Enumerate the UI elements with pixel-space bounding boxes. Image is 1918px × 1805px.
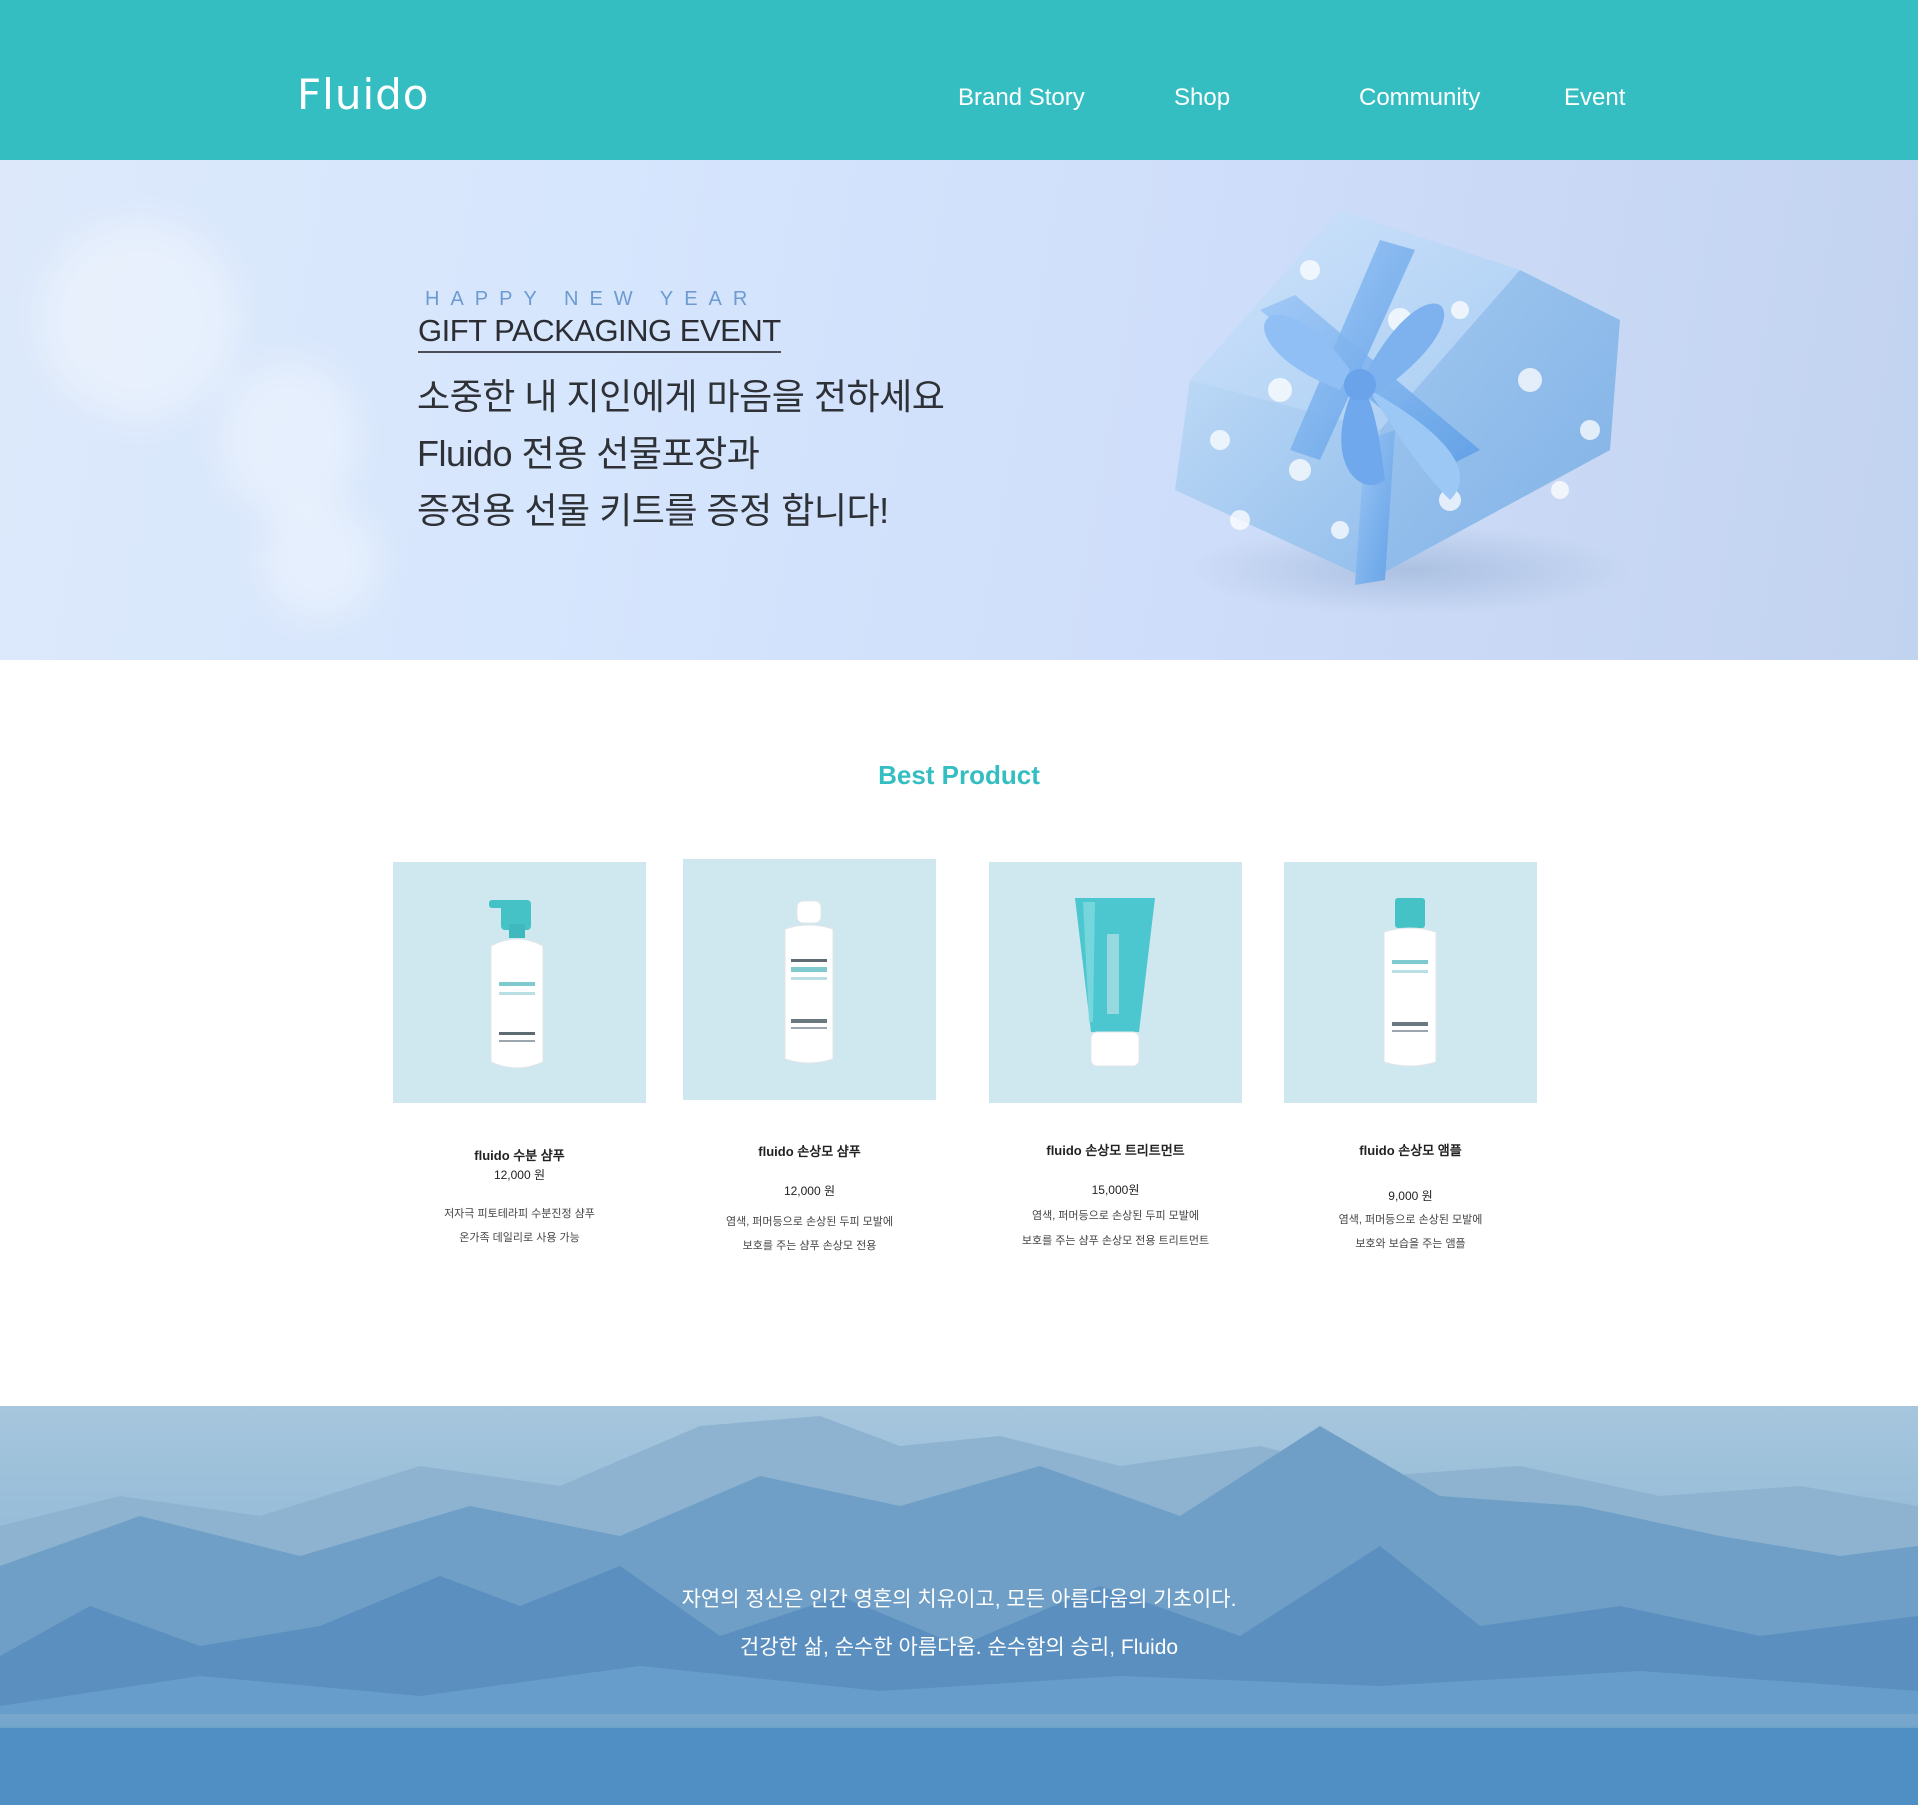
product-card[interactable]: fluido 수분 샴푸 12,000 원 저자극 피토테라피 수분진정 샴푸 … — [393, 862, 646, 1262]
product-card[interactable]: fluido 손상모 샴푸 12,000 원 염색, 퍼머등으로 손상된 두피 … — [683, 859, 936, 1259]
product-card[interactable]: fluido 손상모 앰플 9,000 원 염색, 퍼머등으로 손상된 모발에 … — [1284, 862, 1537, 1262]
product-name[interactable]: fluido 손상모 샴푸 — [683, 1141, 936, 1160]
product-image[interactable] — [683, 859, 936, 1100]
nav-community[interactable]: Community — [1359, 84, 1480, 112]
product-price: 12,000 원 — [783, 1184, 836, 1198]
product-desc-line-2: 보호를 주는 샴푸 손상모 전용 — [742, 1240, 877, 1252]
product-desc-line-2: 보호와 보습을 주는 앰플 — [1355, 1238, 1466, 1250]
product-desc-line-1: 저자극 피토테라피 수분진정 샴푸 — [444, 1208, 595, 1220]
hero-eyebrow: HAPPY NEW YEAR — [425, 288, 759, 310]
treatment-tube-icon — [1075, 898, 1155, 1067]
nav-shop[interactable]: Shop — [1174, 84, 1230, 112]
footer-quote-2: 건강한 삶, 순수한 아름다움. 순수함의 승리, Fluido — [739, 1636, 1179, 1659]
shampoo-pump-bottle-icon — [489, 900, 544, 1069]
product-image[interactable] — [393, 862, 646, 1103]
product-image[interactable] — [1284, 862, 1537, 1103]
logo[interactable]: Fluido — [297, 70, 429, 119]
product-price: 15,000원 — [1091, 1183, 1140, 1197]
site-header: Fluido Brand Story Shop Community Event — [0, 0, 1918, 160]
nav-event[interactable]: Event — [1564, 84, 1625, 112]
ampoule-bottle-icon — [1383, 898, 1437, 1067]
product-card[interactable]: fluido 손상모 트리트먼트 15,000원 염색, 퍼머등으로 손상된 두… — [989, 862, 1242, 1262]
hero-title: GIFT PACKAGING EVENT — [418, 313, 781, 353]
product-price: 9,000 원 — [1388, 1189, 1433, 1203]
product-image[interactable] — [989, 862, 1242, 1103]
shampoo-bottle-icon — [784, 900, 834, 1064]
hero-line-3: 증정용 선물 키트를 증정 합니다! — [417, 490, 889, 531]
hero-banner[interactable]: HAPPY NEW YEAR GIFT PACKAGING EVENT 소중한 … — [0, 160, 1918, 660]
product-desc-line-2: 보호를 주는 샴푸 손상모 전용 트리트먼트 — [1021, 1235, 1210, 1247]
product-desc-line-2: 온가족 데일리로 사용 가능 — [459, 1232, 580, 1244]
gift-box-image — [1175, 210, 1630, 615]
product-desc-line-1: 염색, 퍼머등으로 손상된 두피 모발에 — [1031, 1210, 1200, 1222]
product-price: 12,000 원 — [493, 1168, 546, 1182]
product-desc-line-1: 염색, 퍼머등으로 손상된 모발에 — [1338, 1214, 1483, 1226]
product-name[interactable]: fluido 손상모 앰플 — [1284, 1140, 1537, 1159]
hero-line-1: 소중한 내 지인에게 마음을 전하세요 — [417, 376, 945, 417]
product-name[interactable]: fluido 손상모 트리트먼트 — [989, 1140, 1242, 1159]
nav-brand-story[interactable]: Brand Story — [958, 84, 1085, 112]
footer-quote-1: 자연의 정신은 인간 영혼의 치유이고, 모든 아름다움의 기초이다. — [681, 1588, 1237, 1611]
product-name[interactable]: fluido 수분 샴푸 — [393, 1145, 646, 1164]
best-product-title: Best Product — [878, 760, 1040, 790]
product-desc-line-1: 염색, 퍼머등으로 손상된 두피 모발에 — [725, 1216, 894, 1228]
hero-line-2: Fluido 전용 선물포장과 — [417, 433, 760, 474]
